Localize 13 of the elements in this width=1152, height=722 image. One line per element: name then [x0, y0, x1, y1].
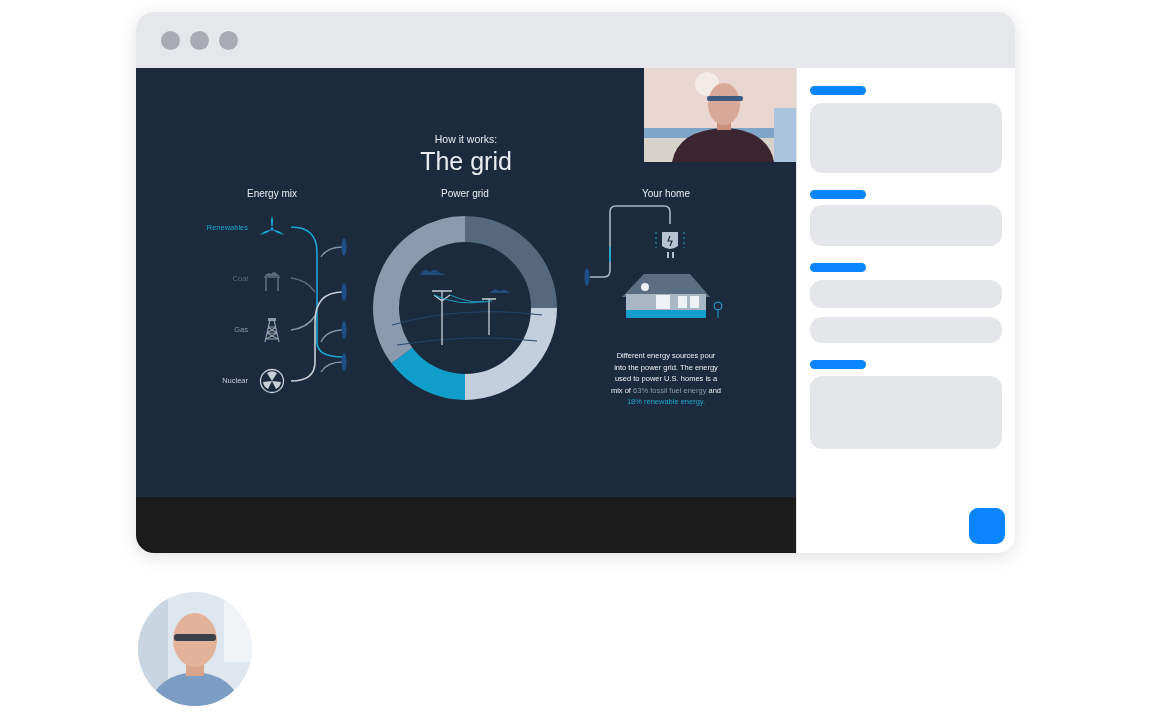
window-control-dot[interactable] [161, 30, 180, 50]
action-button[interactable] [969, 508, 1005, 544]
skeleton-heading [810, 263, 866, 272]
column-heading: Energy mix [246, 187, 298, 201]
window-control-dot[interactable] [190, 30, 209, 50]
slide-title: The grid [419, 146, 513, 176]
skeleton-heading [810, 86, 866, 95]
column-heading: Power grid [440, 187, 490, 201]
skeleton-heading [810, 360, 866, 369]
skeleton-heading [810, 190, 866, 199]
window-control-dot[interactable] [219, 30, 238, 50]
slide-subtitle: How it works: [433, 132, 499, 146]
column-heading: Your home [641, 187, 691, 201]
